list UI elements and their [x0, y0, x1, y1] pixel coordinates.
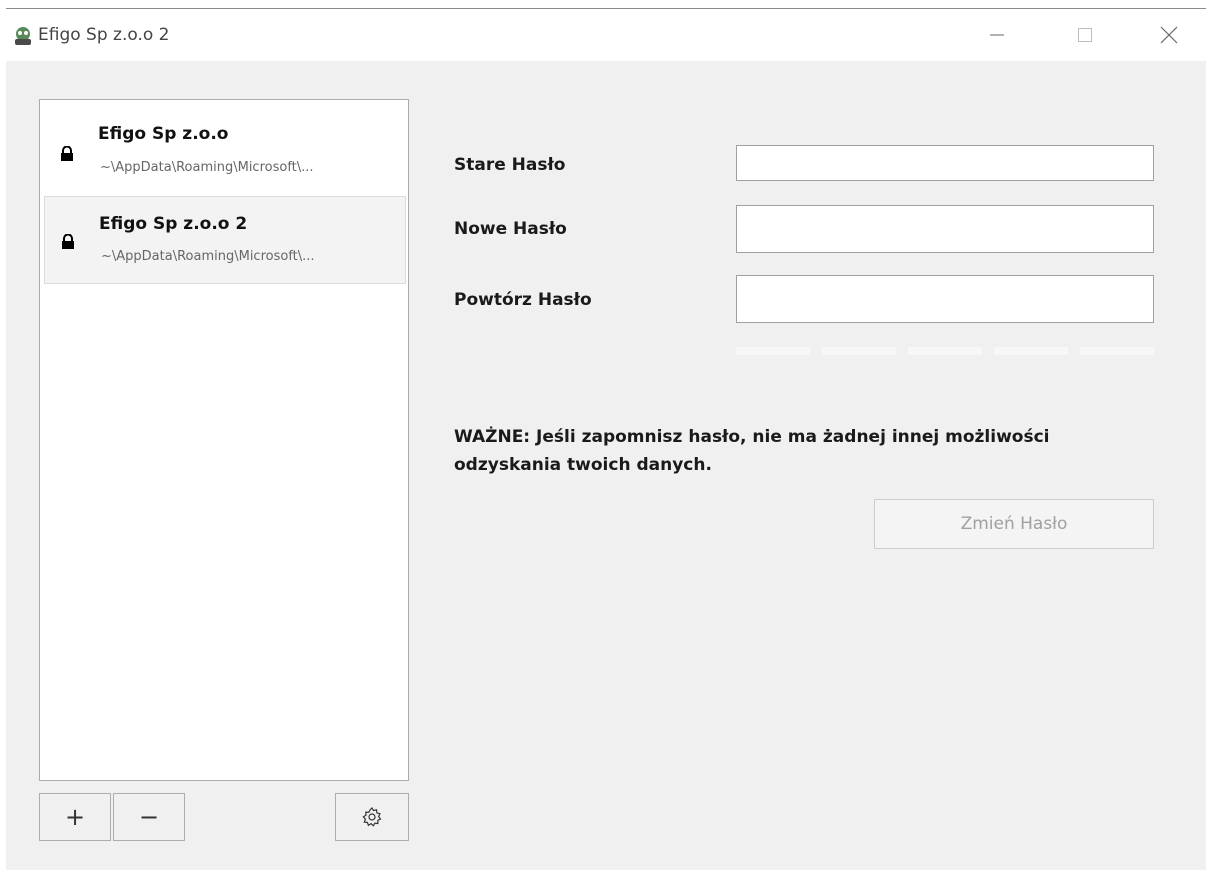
old-password-field[interactable]	[736, 145, 1154, 181]
app-window: Efigo Sp z.o.o 2 Efigo Sp z.o.o ~\AppDat…	[6, 8, 1206, 870]
app-logo-icon	[15, 27, 31, 45]
strength-segment	[908, 347, 982, 355]
add-button[interactable]: +	[39, 793, 111, 841]
change-password-button[interactable]: Zmień Hasło	[874, 499, 1154, 549]
gear-icon	[362, 807, 382, 827]
strength-segment	[736, 347, 810, 355]
list-item[interactable]: Efigo Sp z.o.o ~\AppData\Roaming\Microso…	[44, 106, 406, 194]
settings-button[interactable]	[335, 793, 409, 841]
close-icon	[1160, 26, 1178, 44]
minimize-icon	[990, 34, 1004, 36]
window-title: Efigo Sp z.o.o 2	[38, 25, 170, 45]
warning-text: WAŻNE: Jeśli zapomnisz hasło, nie ma żad…	[454, 427, 1050, 475]
maximize-icon	[1078, 28, 1092, 42]
list-item-path: ~\AppData\Roaming\Microsoft\...	[101, 249, 315, 264]
remove-button[interactable]: −	[113, 793, 185, 841]
new-password-field[interactable]	[736, 205, 1154, 253]
list-item[interactable]: Efigo Sp z.o.o 2 ~\AppData\Roaming\Micro…	[44, 196, 406, 284]
database-list[interactable]: Efigo Sp z.o.o ~\AppData\Roaming\Microso…	[39, 99, 409, 781]
strength-segment	[994, 347, 1068, 355]
repeat-password-field[interactable]	[736, 275, 1154, 323]
repeat-password-label: Powtórz Hasło	[454, 290, 592, 310]
new-password-label: Nowe Hasło	[454, 219, 567, 239]
list-item-name: Efigo Sp z.o.o	[98, 124, 229, 144]
list-item-path: ~\AppData\Roaming\Microsoft\...	[100, 160, 314, 175]
close-button[interactable]	[1146, 19, 1192, 51]
minimize-button[interactable]	[974, 19, 1020, 51]
strength-segment	[822, 347, 896, 355]
list-item-name: Efigo Sp z.o.o 2	[99, 214, 248, 234]
lock-icon	[62, 234, 74, 249]
strength-segment	[1080, 347, 1154, 355]
maximize-button[interactable]	[1062, 19, 1108, 51]
lock-icon	[61, 146, 73, 161]
old-password-label: Stare Hasło	[454, 155, 566, 175]
title-bar[interactable]: Efigo Sp z.o.o 2	[6, 9, 1206, 61]
